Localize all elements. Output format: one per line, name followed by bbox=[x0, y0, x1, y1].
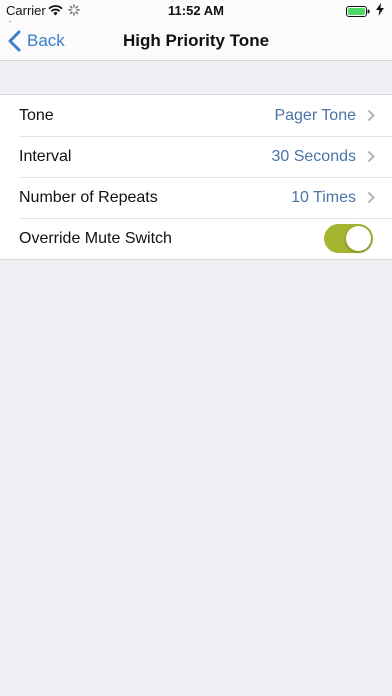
override-mute-toggle[interactable] bbox=[324, 224, 373, 253]
row-value: 30 Seconds bbox=[271, 147, 356, 165]
page-title: High Priority Tone bbox=[122, 31, 270, 50]
row-interval[interactable]: Interval 30 Seconds bbox=[0, 136, 392, 177]
charging-bolt-icon bbox=[376, 3, 384, 19]
row-tone[interactable]: Tone Pager Tone bbox=[0, 95, 392, 136]
row-label: Number of Repeats bbox=[19, 188, 158, 206]
row-override-mute-switch: Override Mute Switch bbox=[0, 218, 392, 259]
chevron-right-icon bbox=[367, 150, 375, 168]
battery-icon bbox=[346, 5, 370, 20]
row-value: 10 Times bbox=[291, 188, 356, 206]
row-number-of-repeats[interactable]: Number of Repeats 10 Times bbox=[0, 177, 392, 218]
chevron-right-icon bbox=[367, 109, 375, 127]
status-bar: Carrier 11:52 AM bbox=[0, 0, 392, 31]
toggle-knob bbox=[346, 226, 371, 251]
status-time: 11:52 AM bbox=[168, 3, 224, 18]
row-label: Override Mute Switch bbox=[19, 229, 172, 247]
row-value: Pager Tone bbox=[274, 106, 356, 124]
row-label: Interval bbox=[19, 147, 72, 165]
row-label: Tone bbox=[19, 106, 54, 124]
navigation-bar: Back High Priority Tone bbox=[0, 22, 392, 61]
chevron-right-icon bbox=[367, 191, 375, 209]
settings-group: Tone Pager Tone Interval 30 Seconds Numb… bbox=[0, 94, 392, 260]
